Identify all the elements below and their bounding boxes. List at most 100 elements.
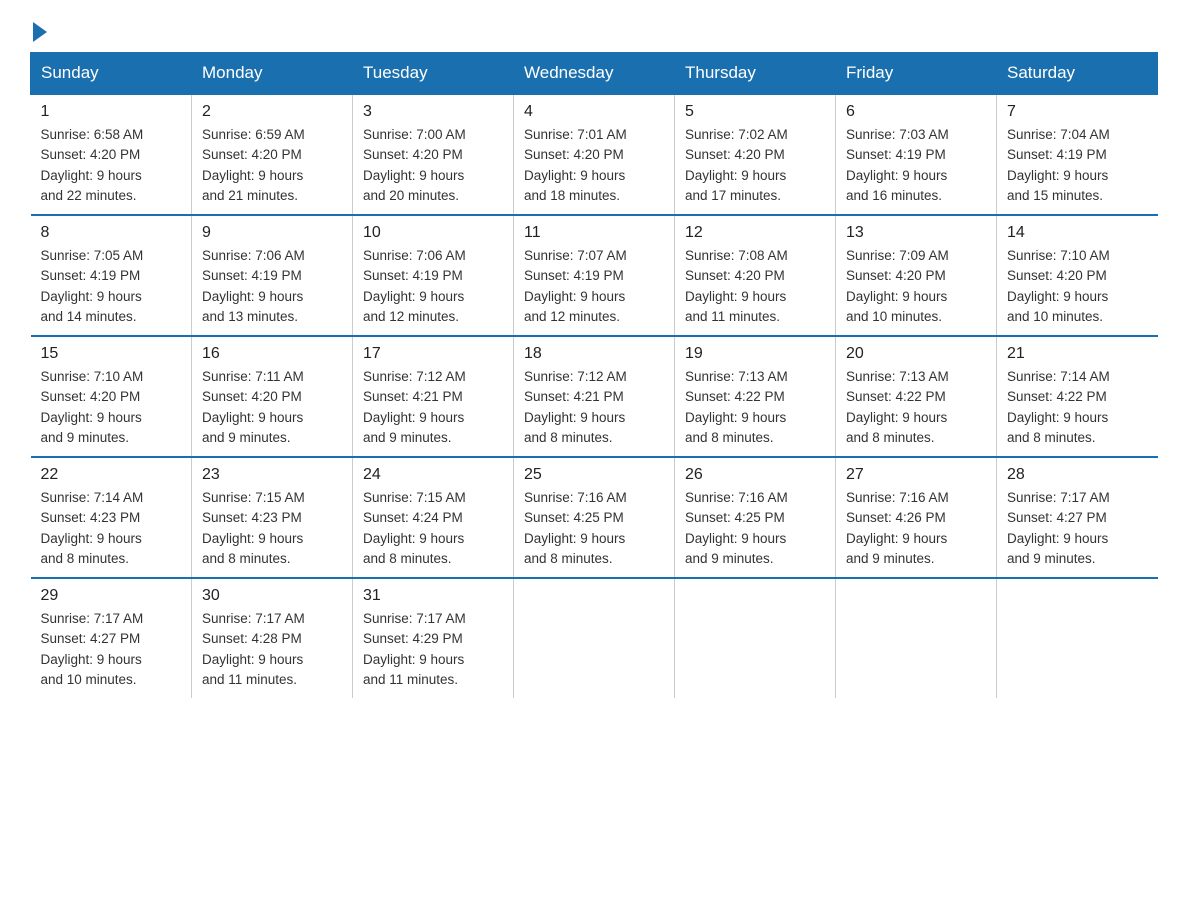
day-info: Sunrise: 7:16 AMSunset: 4:26 PMDaylight:…	[846, 488, 986, 569]
calendar-cell: 21 Sunrise: 7:14 AMSunset: 4:22 PMDayligh…	[997, 336, 1158, 457]
header-wednesday: Wednesday	[514, 53, 675, 95]
calendar-cell: 4 Sunrise: 7:01 AMSunset: 4:20 PMDaylight…	[514, 94, 675, 215]
day-info: Sunrise: 7:11 AMSunset: 4:20 PMDaylight:…	[202, 367, 342, 448]
day-info: Sunrise: 7:16 AMSunset: 4:25 PMDaylight:…	[685, 488, 825, 569]
calendar-cell: 28 Sunrise: 7:17 AMSunset: 4:27 PMDayligh…	[997, 457, 1158, 578]
day-info: Sunrise: 7:03 AMSunset: 4:19 PMDaylight:…	[846, 125, 986, 206]
day-number: 25	[524, 466, 664, 484]
calendar-cell: 27 Sunrise: 7:16 AMSunset: 4:26 PMDayligh…	[836, 457, 997, 578]
calendar-cell: 3 Sunrise: 7:00 AMSunset: 4:20 PMDaylight…	[353, 94, 514, 215]
day-info: Sunrise: 7:15 AMSunset: 4:23 PMDaylight:…	[202, 488, 342, 569]
day-number: 29	[41, 587, 182, 605]
day-number: 21	[1007, 345, 1148, 363]
day-info: Sunrise: 7:08 AMSunset: 4:20 PMDaylight:…	[685, 246, 825, 327]
header-thursday: Thursday	[675, 53, 836, 95]
day-info: Sunrise: 7:07 AMSunset: 4:19 PMDaylight:…	[524, 246, 664, 327]
day-info: Sunrise: 7:02 AMSunset: 4:20 PMDaylight:…	[685, 125, 825, 206]
calendar-cell: 31 Sunrise: 7:17 AMSunset: 4:29 PMDayligh…	[353, 578, 514, 698]
day-info: Sunrise: 7:13 AMSunset: 4:22 PMDaylight:…	[846, 367, 986, 448]
header-tuesday: Tuesday	[353, 53, 514, 95]
calendar-cell: 11Sunrise: 7:07 AMSunset: 4:19 PMDayligh…	[514, 215, 675, 336]
calendar-cell: 7 Sunrise: 7:04 AMSunset: 4:19 PMDaylight…	[997, 94, 1158, 215]
day-info: Sunrise: 7:04 AMSunset: 4:19 PMDaylight:…	[1007, 125, 1148, 206]
calendar-cell: 9 Sunrise: 7:06 AMSunset: 4:19 PMDaylight…	[192, 215, 353, 336]
day-info: Sunrise: 7:17 AMSunset: 4:27 PMDaylight:…	[41, 609, 182, 690]
day-info: Sunrise: 7:17 AMSunset: 4:27 PMDaylight:…	[1007, 488, 1148, 569]
day-number: 1	[41, 103, 182, 121]
calendar-cell: 26 Sunrise: 7:16 AMSunset: 4:25 PMDayligh…	[675, 457, 836, 578]
day-info: Sunrise: 7:16 AMSunset: 4:25 PMDaylight:…	[524, 488, 664, 569]
page-header	[30, 20, 1158, 42]
day-number: 30	[202, 587, 342, 605]
day-number: 2	[202, 103, 342, 121]
day-info: Sunrise: 7:01 AMSunset: 4:20 PMDaylight:…	[524, 125, 664, 206]
day-number: 23	[202, 466, 342, 484]
header-monday: Monday	[192, 53, 353, 95]
calendar-cell	[675, 578, 836, 698]
logo-arrow-icon	[33, 22, 47, 42]
day-number: 17	[363, 345, 503, 363]
day-info: Sunrise: 7:15 AMSunset: 4:24 PMDaylight:…	[363, 488, 503, 569]
day-number: 26	[685, 466, 825, 484]
header-friday: Friday	[836, 53, 997, 95]
calendar-cell: 29 Sunrise: 7:17 AMSunset: 4:27 PMDayligh…	[31, 578, 192, 698]
day-info: Sunrise: 7:12 AMSunset: 4:21 PMDaylight:…	[363, 367, 503, 448]
calendar-cell: 19Sunrise: 7:13 AMSunset: 4:22 PMDayligh…	[675, 336, 836, 457]
calendar-cell: 10Sunrise: 7:06 AMSunset: 4:19 PMDayligh…	[353, 215, 514, 336]
header-saturday: Saturday	[997, 53, 1158, 95]
calendar-cell: 8Sunrise: 7:05 AMSunset: 4:19 PMDaylight…	[31, 215, 192, 336]
calendar-week-row: 22 Sunrise: 7:14 AMSunset: 4:23 PMDayligh…	[31, 457, 1158, 578]
day-number: 7	[1007, 103, 1148, 121]
calendar-cell	[836, 578, 997, 698]
calendar-week-row: 29 Sunrise: 7:17 AMSunset: 4:27 PMDayligh…	[31, 578, 1158, 698]
day-number: 28	[1007, 466, 1148, 484]
day-number: 4	[524, 103, 664, 121]
day-info: Sunrise: 7:09 AMSunset: 4:20 PMDaylight:…	[846, 246, 986, 327]
calendar-cell: 14 Sunrise: 7:10 AMSunset: 4:20 PMDayligh…	[997, 215, 1158, 336]
calendar-table: SundayMondayTuesdayWednesdayThursdayFrid…	[30, 52, 1158, 698]
day-number: 10	[363, 224, 503, 242]
calendar-cell: 23 Sunrise: 7:15 AMSunset: 4:23 PMDayligh…	[192, 457, 353, 578]
calendar-cell: 15Sunrise: 7:10 AMSunset: 4:20 PMDayligh…	[31, 336, 192, 457]
day-number: 5	[685, 103, 825, 121]
calendar-cell: 24 Sunrise: 7:15 AMSunset: 4:24 PMDayligh…	[353, 457, 514, 578]
calendar-cell: 5 Sunrise: 7:02 AMSunset: 4:20 PMDaylight…	[675, 94, 836, 215]
header-sunday: Sunday	[31, 53, 192, 95]
day-number: 12	[685, 224, 825, 242]
day-number: 13	[846, 224, 986, 242]
day-info: Sunrise: 7:10 AMSunset: 4:20 PMDaylight:…	[1007, 246, 1148, 327]
day-info: Sunrise: 7:12 AMSunset: 4:21 PMDaylight:…	[524, 367, 664, 448]
calendar-cell: 6 Sunrise: 7:03 AMSunset: 4:19 PMDaylight…	[836, 94, 997, 215]
day-info: Sunrise: 7:14 AMSunset: 4:22 PMDaylight:…	[1007, 367, 1148, 448]
day-number: 24	[363, 466, 503, 484]
day-info: Sunrise: 7:10 AMSunset: 4:20 PMDaylight:…	[41, 367, 182, 448]
day-number: 16	[202, 345, 342, 363]
calendar-header-row: SundayMondayTuesdayWednesdayThursdayFrid…	[31, 53, 1158, 95]
calendar-cell: 12 Sunrise: 7:08 AMSunset: 4:20 PMDayligh…	[675, 215, 836, 336]
day-info: Sunrise: 7:14 AMSunset: 4:23 PMDaylight:…	[41, 488, 182, 569]
day-number: 6	[846, 103, 986, 121]
calendar-week-row: 15Sunrise: 7:10 AMSunset: 4:20 PMDayligh…	[31, 336, 1158, 457]
calendar-cell: 13 Sunrise: 7:09 AMSunset: 4:20 PMDayligh…	[836, 215, 997, 336]
day-number: 18	[524, 345, 664, 363]
day-number: 9	[202, 224, 342, 242]
day-number: 14	[1007, 224, 1148, 242]
day-info: Sunrise: 6:58 AMSunset: 4:20 PMDaylight:…	[41, 125, 182, 206]
day-info: Sunrise: 7:06 AMSunset: 4:19 PMDaylight:…	[202, 246, 342, 327]
day-number: 31	[363, 587, 503, 605]
day-info: Sunrise: 7:17 AMSunset: 4:29 PMDaylight:…	[363, 609, 503, 690]
calendar-cell: 20 Sunrise: 7:13 AMSunset: 4:22 PMDayligh…	[836, 336, 997, 457]
calendar-cell: 2 Sunrise: 6:59 AMSunset: 4:20 PMDaylight…	[192, 94, 353, 215]
logo	[30, 20, 47, 42]
calendar-cell: 16 Sunrise: 7:11 AMSunset: 4:20 PMDayligh…	[192, 336, 353, 457]
day-number: 20	[846, 345, 986, 363]
calendar-cell: 30Sunrise: 7:17 AMSunset: 4:28 PMDayligh…	[192, 578, 353, 698]
day-info: Sunrise: 7:00 AMSunset: 4:20 PMDaylight:…	[363, 125, 503, 206]
calendar-week-row: 8Sunrise: 7:05 AMSunset: 4:19 PMDaylight…	[31, 215, 1158, 336]
day-number: 22	[41, 466, 182, 484]
day-number: 3	[363, 103, 503, 121]
day-info: Sunrise: 6:59 AMSunset: 4:20 PMDaylight:…	[202, 125, 342, 206]
calendar-cell: 25 Sunrise: 7:16 AMSunset: 4:25 PMDayligh…	[514, 457, 675, 578]
day-number: 27	[846, 466, 986, 484]
calendar-cell: 17 Sunrise: 7:12 AMSunset: 4:21 PMDayligh…	[353, 336, 514, 457]
